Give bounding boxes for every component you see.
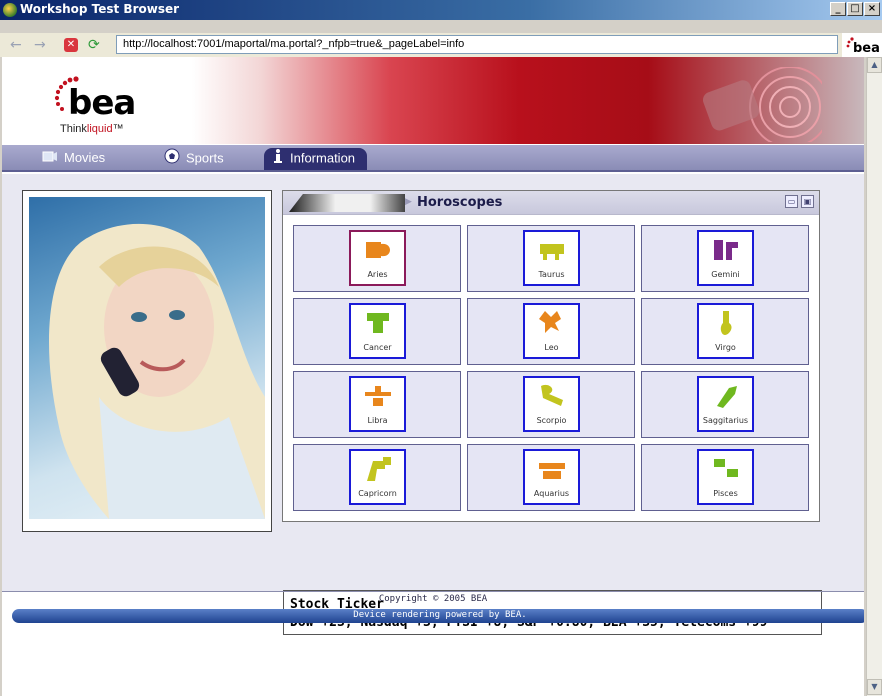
zodiac-sign-button[interactable]: Gemini: [697, 230, 754, 286]
zodiac-sign-label: Aquarius: [533, 489, 570, 498]
zodiac-cell[interactable]: Capricorn: [293, 444, 461, 511]
zodiac-cell[interactable]: Gemini: [641, 225, 809, 292]
url-text: http://localhost:7001/maportal/ma.portal…: [123, 38, 465, 50]
phone-signal-art: [702, 67, 822, 142]
woman-on-phone-photo: [29, 197, 265, 519]
portal-header: bea Thinkliquid™: [2, 57, 864, 144]
zodiac-sign-label: Taurus: [538, 270, 565, 279]
tab-movies[interactable]: Movies: [42, 148, 105, 170]
camera-icon: [42, 149, 58, 169]
page-viewport: bea Thinkliquid™ Movies Sports Informati…: [2, 57, 864, 696]
zodiac-cell[interactable]: Aquarius: [467, 444, 635, 511]
zodiac-sign-button[interactable]: Aquarius: [523, 449, 580, 505]
horoscopes-portlet: ▶ Horoscopes ▭ ▣ Aries Taurus Gemini Cancer…: [282, 190, 820, 522]
zodiac-sign-label: Leo: [544, 343, 559, 352]
info-icon: [272, 148, 284, 170]
bea-corner-logo: bea: [842, 33, 882, 57]
refresh-button[interactable]: ⟳: [88, 37, 100, 53]
zodiac-cell[interactable]: Saggitarius: [641, 371, 809, 438]
zodiac-cell[interactable]: Cancer: [293, 298, 461, 365]
maximize-portlet-icon[interactable]: ▣: [801, 195, 814, 208]
zodiac-banner-icon: [289, 194, 405, 212]
zodiac-cell[interactable]: Pisces: [641, 444, 809, 511]
zodiac-cell[interactable]: Libra: [293, 371, 461, 438]
back-button[interactable]: ←: [10, 37, 22, 53]
zodiac-sign-button[interactable]: Capricorn: [349, 449, 406, 505]
zodiac-sign-label: Pisces: [713, 489, 738, 498]
saggitarius-icon: [717, 386, 737, 408]
zodiac-sign-label: Virgo: [715, 343, 736, 352]
zodiac-sign-button[interactable]: Taurus: [523, 230, 580, 286]
powered-by-bar: Device rendering powered by BEA.: [12, 609, 864, 623]
scorpio-icon: [541, 384, 563, 406]
zodiac-sign-button[interactable]: Libra: [349, 376, 406, 432]
zodiac-cell[interactable]: Leo: [467, 298, 635, 365]
svg-text:bea: bea: [853, 41, 880, 56]
tab-information[interactable]: Information: [264, 148, 368, 170]
copyright-text: Copyright © 2005 BEA: [378, 594, 488, 604]
zodiac-sign-button[interactable]: Pisces: [697, 449, 754, 505]
gemini-icon: [714, 240, 738, 260]
footer-divider: [2, 591, 864, 592]
tab-sports[interactable]: Sports: [164, 148, 224, 170]
portal-tabs: Movies Sports Information: [2, 145, 864, 172]
cancer-icon: [367, 313, 389, 333]
portlet-title: Horoscopes: [417, 195, 503, 210]
maximize-button[interactable]: □: [847, 2, 863, 16]
zodiac-sign-label: Capricorn: [358, 489, 397, 498]
zodiac-sign-label: Scorpio: [536, 416, 567, 425]
soccer-ball-icon: [164, 148, 180, 170]
taurus-icon: [540, 239, 564, 260]
tab-information-label: Information: [290, 150, 356, 166]
minimize-portlet-icon[interactable]: ▭: [785, 195, 798, 208]
zodiac-sign-button[interactable]: Scorpio: [523, 376, 580, 432]
window-title: Workshop Test Browser: [20, 2, 180, 16]
zodiac-cell[interactable]: Virgo: [641, 298, 809, 365]
bea-logo: bea Thinkliquid™: [52, 75, 142, 135]
zodiac-sign-button[interactable]: Cancer: [349, 303, 406, 359]
zodiac-cell[interactable]: Aries: [293, 225, 461, 292]
vertical-scrollbar[interactable]: ▲ ▼: [866, 57, 882, 696]
zodiac-sign-button[interactable]: Leo: [523, 303, 580, 359]
zodiac-cell[interactable]: Taurus: [467, 225, 635, 292]
minimize-button[interactable]: _: [830, 2, 846, 16]
zodiac-sign-button[interactable]: Virgo: [697, 303, 754, 359]
zodiac-sign-label: Saggitarius: [702, 416, 749, 425]
tab-movies-label: Movies: [64, 150, 106, 165]
close-button[interactable]: ×: [864, 2, 880, 16]
zodiac-sign-label: Libra: [367, 416, 388, 425]
title-bar: Workshop Test Browser _ □ ×: [0, 0, 882, 20]
address-bar[interactable]: http://localhost:7001/maportal/ma.portal…: [116, 35, 838, 54]
tab-sports-label: Sports: [186, 150, 224, 166]
zodiac-sign-button[interactable]: Aries: [349, 230, 406, 286]
logo-text: bea: [68, 83, 136, 123]
page-content: ▶ Horoscopes ▭ ▣ Aries Taurus Gemini Cancer…: [2, 174, 864, 635]
powered-by-text: Device rendering powered by BEA.: [353, 610, 527, 620]
aries-icon: [366, 242, 390, 258]
triangle-icon: ▶: [405, 197, 412, 207]
forward-button[interactable]: →: [34, 37, 46, 53]
scroll-down-icon[interactable]: ▼: [867, 679, 882, 695]
capricorn-icon: [367, 457, 391, 481]
zodiac-sign-label: Gemini: [711, 270, 740, 279]
libra-icon: [365, 386, 391, 406]
logo-tagline: Thinkliquid™: [60, 123, 124, 135]
zodiac-sign-label: Aries: [367, 270, 388, 279]
pisces-icon: [714, 459, 738, 477]
browser-window: Workshop Test Browser _ □ × ← → ✕ ⟳ http…: [0, 0, 882, 696]
portlet-header: ▶ Horoscopes ▭ ▣: [283, 191, 819, 215]
leo-icon: [539, 311, 561, 333]
virgo-icon: [720, 311, 732, 335]
zodiac-sign-button[interactable]: Saggitarius: [697, 376, 754, 432]
app-icon: [3, 3, 17, 17]
photo-frame: [22, 190, 272, 532]
zodiac-sign-label: Cancer: [363, 343, 392, 352]
zodiac-cell[interactable]: Scorpio: [467, 371, 635, 438]
navigation-bar: ← → ✕ ⟳ http://localhost:7001/maportal/m…: [0, 33, 882, 57]
scroll-up-icon[interactable]: ▲: [867, 57, 882, 73]
stop-button[interactable]: ✕: [64, 38, 78, 52]
aquarius-icon: [539, 463, 565, 479]
